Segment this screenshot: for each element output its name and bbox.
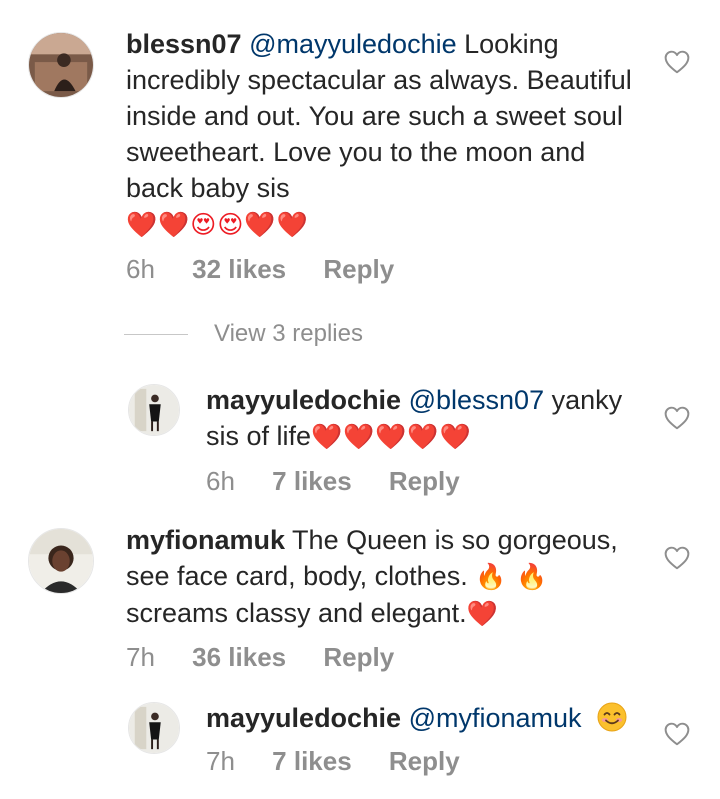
avatar[interactable] [128,384,180,436]
username[interactable]: mayyuledochie [206,703,401,733]
heart-outline-icon[interactable] [664,546,690,570]
username[interactable]: myfionamuk [126,525,285,555]
emoji-row: ❤️❤️❤️❤️❤️ [311,422,472,451]
reply-button[interactable]: Reply [389,746,460,776]
heart-outline-icon[interactable] [664,406,690,430]
view-replies-button[interactable]: View 3 replies [124,318,363,350]
view-replies-label: View 3 replies [214,320,363,347]
divider [124,333,188,335]
comment-body: mayyuledochie @myfionamuk [206,700,646,736]
reply-button[interactable]: Reply [323,642,394,672]
username[interactable]: mayyuledochie [206,385,401,415]
avatar-photo [29,33,93,97]
comment-meta: 7h 36 likes Reply [126,642,424,673]
username[interactable]: blessn07 [126,29,242,59]
fire-emoji: 🔥 🔥 [475,562,549,591]
comment-body: mayyuledochie @blessn07 yanky sis of lif… [206,382,636,455]
comment-meta: 6h 32 likes Reply [126,254,424,285]
emoji-row: ❤️❤️😍😍❤️❤️ [126,210,309,239]
mention-link[interactable]: @mayyuledochie [249,29,457,59]
avatar[interactable] [128,702,180,754]
timestamp: 7h [126,642,155,672]
smiling-face-icon [597,702,627,732]
comment-body: myfionamuk The Queen is so gorgeous, see… [126,522,646,632]
likes-count[interactable]: 7 likes [272,466,352,496]
avatar[interactable] [28,32,94,98]
avatar-photo [129,385,179,435]
likes-count[interactable]: 36 likes [192,642,286,672]
avatar-photo [129,703,179,753]
avatar[interactable] [28,528,94,594]
comment-text-2: screams classy and elegant. [126,598,467,628]
mention-link[interactable]: @myfionamuk [409,703,582,733]
reply-button[interactable]: Reply [389,466,460,496]
timestamp: 7h [206,746,235,776]
heart-emoji: ❤️ [466,599,499,628]
timestamp: 6h [206,466,235,496]
comment-body: blessn07 @mayyuledochie Looking incredib… [126,26,646,243]
comment-meta: 6h 7 likes Reply [206,466,490,497]
likes-count[interactable]: 32 likes [192,254,286,284]
heart-outline-icon[interactable] [664,50,690,74]
likes-count[interactable]: 7 likes [272,746,352,776]
timestamp: 6h [126,254,155,284]
avatar-photo [29,529,93,593]
mention-link[interactable]: @blessn07 [409,385,545,415]
heart-outline-icon[interactable] [664,722,690,746]
comment-meta: 7h 7 likes Reply [206,746,490,777]
reply-button[interactable]: Reply [323,254,394,284]
